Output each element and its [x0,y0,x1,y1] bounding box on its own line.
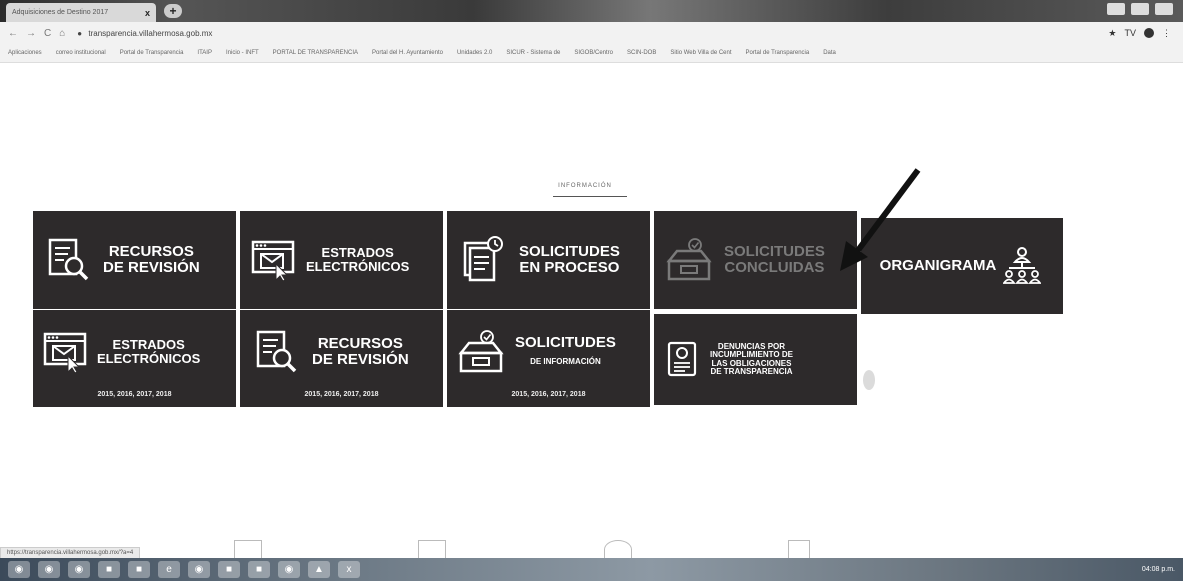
new-tab-button[interactable]: + [164,4,182,18]
tile-estrados-electronicos[interactable]: ESTRADOS ELECTRÓNICOS [240,211,443,309]
bookmark-star-icon[interactable]: ★ [1108,28,1116,39]
inbox-check-icon [447,329,515,375]
inbox-check-icon [654,237,724,283]
tile-recursos-revision[interactable]: RECURSOS DE REVISIÓN [33,211,236,309]
bookmark-item[interactable]: Data [823,50,836,56]
taskbar-app-icon[interactable]: ◉ [68,561,90,578]
tile-label: SOLICITUDES DE INFORMACIÓN [515,333,616,366]
tab-title: Adquisiciones de Destino 2017 [12,9,109,16]
bookmark-item[interactable]: Portal del H. Ayuntamiento [372,50,443,56]
tile-years: 2015, 2016, 2017, 2018 [304,391,379,398]
tile-denuncias[interactable]: DENUNCIAS POR INCUMPLIMIENTO DE LAS OBLI… [654,314,857,405]
bookmark-item[interactable]: Aplicaciones [8,50,42,56]
profile-initial[interactable]: TV [1124,28,1136,38]
document-search-icon [240,328,312,376]
mail-window-icon [240,238,306,282]
back-icon[interactable]: ← [8,28,18,39]
bookmark-item[interactable]: SIGOB/Centro [574,50,613,56]
start-button[interactable]: ◉ [8,561,30,578]
tile-label: SOLICITUDES CONCLUIDAS [724,243,825,276]
section-label: INFORMACIÓN [558,183,612,189]
browser-tab[interactable]: Adquisiciones de Destino 2017 x [6,3,156,22]
section-divider [553,196,627,197]
tile-solicitudes-proceso[interactable]: SOLICITUDES EN PROCESO [447,211,650,309]
bookmark-item[interactable]: Sitio Web Villa de Cent [670,50,731,56]
org-chart-icon [1000,246,1044,286]
tile-label: ESTRADOS ELECTRÓNICOS [306,245,410,274]
ghost-shape [604,540,632,559]
ghost-shape [418,540,446,559]
bookmark-item[interactable]: Portal de Transparencia [746,50,810,56]
tile-label: RECURSOS DE REVISIÓN [103,243,200,276]
bookmark-item[interactable]: Unidades 2.0 [457,50,492,56]
toolbar-actions: ★ TV ⋮ [1108,28,1171,39]
certificate-icon [654,340,710,380]
url-text: transparencia.villahermosa.gob.mx [88,28,213,38]
reload-icon[interactable]: C [44,28,51,39]
excel-icon[interactable]: x [338,561,360,578]
tile-solicitudes-informacion[interactable]: SOLICITUDES DE INFORMACIÓN 2015, 2016, 20… [447,310,650,407]
bookmark-item[interactable]: SICUR - Sistema de [506,50,560,56]
annotation-arrow-icon [840,168,921,271]
tile-label: ESTRADOS ELECTRÓNICOS [97,336,201,366]
ie-icon[interactable]: e [158,561,180,578]
tile-label: RECURSOS DE REVISIÓN [312,334,409,368]
taskbar-app-icon[interactable]: ■ [128,561,150,578]
url-field[interactable]: ● transparencia.villahermosa.gob.mx [77,29,212,38]
menu-icon[interactable]: ⋮ [1162,28,1171,39]
tab-close-button[interactable]: x [145,8,150,18]
tile-years: 2015, 2016, 2017, 2018 [511,391,586,398]
bookmark-item[interactable]: PORTAL DE TRANSPARENCIA [273,50,358,56]
scan-smudge [863,370,875,390]
ghost-shape [234,540,262,559]
bookmark-item[interactable]: SCIN-DOB [627,50,656,56]
tile-years: 2015, 2016, 2017, 2018 [97,391,172,398]
browser-tab-strip: Adquisiciones de Destino 2017 x + [0,0,1183,22]
lock-icon: ● [77,28,83,38]
profile-avatar[interactable] [1144,28,1154,38]
taskbar-app-icon[interactable]: ▲ [308,561,330,578]
mail-window-icon [33,330,97,374]
bookmark-item[interactable]: correo institucional [56,50,106,56]
address-bar: ← → C ⌂ ● transparencia.villahermosa.gob… [0,22,1183,44]
minimize-button[interactable] [1107,3,1125,15]
tile-label: SOLICITUDES EN PROCESO [519,243,620,276]
tile-recursos-revision-historico[interactable]: RECURSOS DE REVISIÓN 2015, 2016, 2017, 20… [240,310,443,407]
bookmark-item[interactable]: Portal de Transparencia [120,50,184,56]
window-controls [1107,3,1173,15]
forward-icon[interactable]: → [26,28,36,39]
taskbar-app-icon[interactable]: ■ [218,561,240,578]
ghost-shape [788,540,810,559]
bookmark-item[interactable]: Inicio - INFT [226,50,259,56]
tile-estrados-electronicos-historico[interactable]: ESTRADOS ELECTRÓNICOS 2015, 2016, 2017, 2… [33,310,236,407]
bookmark-item[interactable]: ITAIP [197,50,212,56]
taskbar-app-icon[interactable]: ◉ [188,561,210,578]
tile-label: DENUNCIAS POR INCUMPLIMIENTO DE LAS OBLI… [710,341,793,376]
taskbar-app-icon[interactable]: ◉ [38,561,60,578]
chrome-icon[interactable]: ◉ [278,561,300,578]
taskbar-app-icon[interactable]: ■ [248,561,270,578]
folder-icon[interactable]: ■ [98,561,120,578]
taskbar: ◉ ◉ ◉ ■ ■ e ◉ ■ ■ ◉ ▲ x 04:08 p.m. [0,558,1183,581]
close-window-button[interactable] [1155,3,1173,15]
taskbar-clock: 04:08 p.m. [1141,566,1175,573]
document-search-icon [33,236,103,284]
tile-solicitudes-concluidas[interactable]: SOLICITUDES CONCLUIDAS [654,211,857,309]
home-icon[interactable]: ⌂ [59,28,65,39]
bookmarks-bar: Aplicaciones correo institucional Portal… [0,44,1183,63]
maximize-button[interactable] [1131,3,1149,15]
documents-clock-icon [447,235,519,285]
nav-buttons: ← → C ⌂ [8,28,65,39]
